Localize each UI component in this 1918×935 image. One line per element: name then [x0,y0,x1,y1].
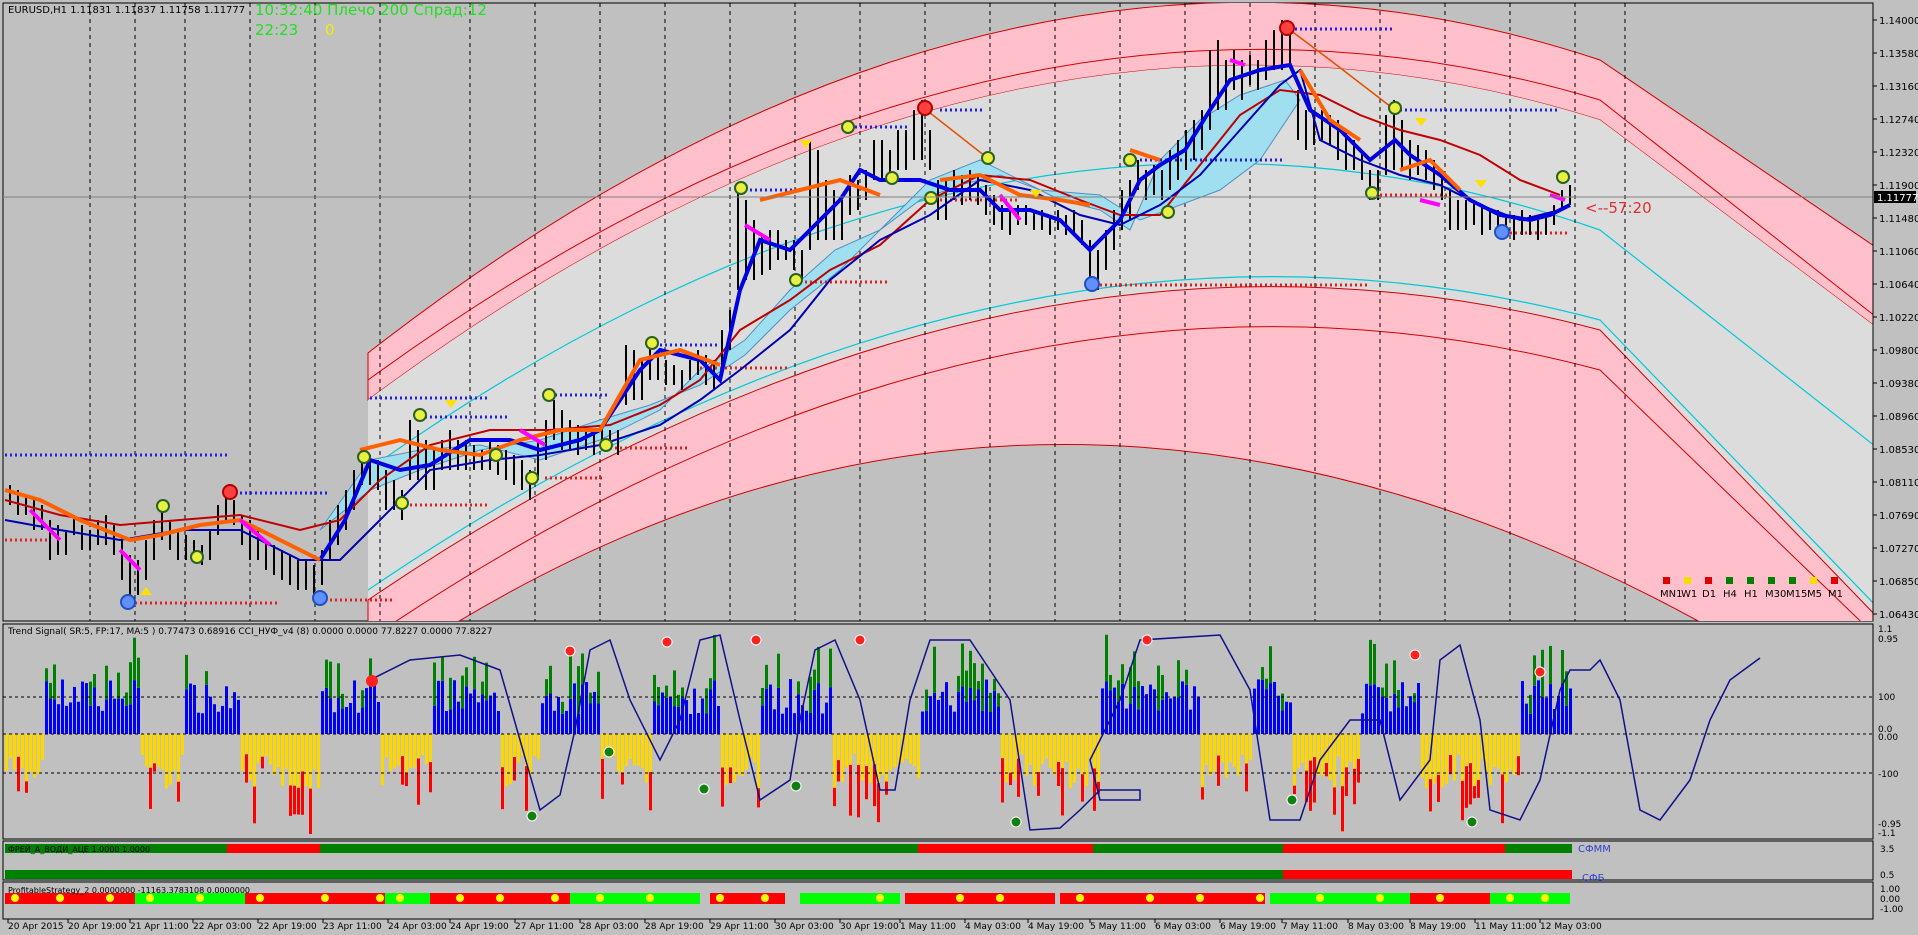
timeframe-status-square [1810,577,1817,584]
trading-terminal: 1.14000 1.13580 1.13160 1.12740 1.12320 1.119… [2,1,1918,932]
timeframe-label: W1 [1681,589,1697,600]
trend-panel-title: Trend Signal( SR:5, FP:17, MA:5 ) 0.7747… [7,627,493,637]
time-tick-label: 24 Apr 19:00 [450,922,509,932]
time-tick-label: 23 Apr 11:00 [323,922,382,932]
price-tick-label: 1.09800 [1879,346,1918,357]
svg-text:0.00: 0.00 [1880,895,1900,905]
time-tick-label: 22 Apr 19:00 [258,922,317,932]
timeframe-status-square [1789,577,1796,584]
timeframe-label: D1 [1702,589,1716,600]
price-tick-label: 1.10220 [1879,313,1918,324]
sfmm-panel-title: ФРЕЙ_А_ВОДИ_АЦЕ 1.0000 1.0000 [8,843,150,854]
price-tick-label: 1.11480 [1879,214,1918,225]
price-tick-label: 1.12320 [1879,148,1918,159]
time-tick-label: 30 Apr 03:00 [775,922,834,932]
time-tick-label: 21 Apr 11:00 [130,922,189,932]
time-tick-label: 29 Apr 11:00 [710,922,769,932]
timeframe-label: M15 [1786,589,1807,600]
svg-text:0.00: 0.00 [1878,733,1898,743]
strategy-panel-title: ProfitableStrategy_2 0.0000000 -11163.37… [8,886,250,895]
time-tick-label: 28 Apr 03:00 [580,922,639,932]
time-tick-label: 11 May 11:00 [1475,922,1537,932]
svg-text:3.5: 3.5 [1880,845,1894,855]
svg-text:-1.1: -1.1 [1878,829,1896,839]
time-tick-label: 20 Apr 19:00 [68,922,127,932]
timeframe-label: M30 [1765,589,1786,600]
price-tick-label: 1.12740 [1879,115,1918,126]
time-tick-label: 28 Apr 19:00 [645,922,704,932]
price-tick-label: 1.07690 [1879,511,1918,522]
svg-text:0.5: 0.5 [1880,871,1894,881]
time-tick-label: 6 May 19:00 [1220,922,1276,932]
price-tick-label: 1.11060 [1879,247,1918,258]
price-axis: 1.14000 1.13580 1.13160 1.12740 1.12320 1.119… [1873,16,1918,621]
time-tick-label: 8 May 03:00 [1348,922,1404,932]
price-tick-label: 1.14000 [1879,16,1918,27]
price-tick-label: 1.10640 [1879,280,1918,291]
price-tick-label: 1.08960 [1879,412,1918,423]
time-tick-label: 30 Apr 19:00 [840,922,899,932]
time-tick-label: 6 May 03:00 [1155,922,1211,932]
timeframe-label: H1 [1744,589,1758,600]
main-price-chart[interactable]: 1.14000 1.13580 1.13160 1.12740 1.12320 1.119… [2,1,1918,680]
timeframe-status-square [1726,577,1733,584]
current-price-label: 1.11777 [1877,193,1918,204]
zero-value: 0 [325,21,335,39]
symbol-info: EURUSD,H1 1.11831 1.11837 1.11758 1.1177… [8,5,245,16]
svg-text:100: 100 [1878,693,1895,703]
timeframe-status-square [1684,577,1691,584]
svg-text:0.95: 0.95 [1878,635,1898,645]
timeframe-status-square [1705,577,1712,584]
price-tick-label: 1.13580 [1879,49,1918,60]
svg-text:-100: -100 [1878,770,1899,780]
svg-text:-1.00: -1.00 [1880,905,1904,915]
time-tick-label: 4 May 03:00 [965,922,1021,932]
price-tick-label: 1.06850 [1879,577,1918,588]
svg-text:1.1: 1.1 [1878,625,1892,635]
trend-signal-panel[interactable]: Trend Signal( SR:5, FP:17, MA:5 ) 0.7747… [2,623,1901,840]
price-tick-label: 1.13160 [1879,82,1918,93]
timeframe-legend: MN1W1 D1 H4 H1 M30 M15 M5 M1 [1660,577,1843,600]
timeframe-status-square [1747,577,1754,584]
time-tick-label: 22 Apr 03:00 [193,922,252,932]
time-tick-label: 8 May 19:00 [1410,922,1466,932]
price-tick-label: 1.09380 [1879,379,1918,390]
timeframe-status-square [1768,577,1775,584]
time-tick-label: 7 May 11:00 [1282,922,1338,932]
timeframe-label: H4 [1723,589,1737,600]
price-tick-label: 1.08530 [1879,445,1918,456]
timeframe-status-square [1831,577,1838,584]
price-tick-label: 1.06430 [1879,610,1918,621]
time-tick-label: 5 May 11:00 [1090,922,1146,932]
time-tick-label: 27 Apr 11:00 [515,922,574,932]
profitable-strategy-panel[interactable]: ProfitableStrategy_2 0.0000000 -11163.37… [2,881,1904,920]
timeframe-status-square [1663,577,1670,584]
bar-timer: 22:23 [255,21,298,39]
time-tick-label: 24 Apr 03:00 [388,922,447,932]
candle-timer: <--57:20 [1585,199,1652,217]
price-tick-label: 1.11900 [1879,181,1918,192]
timeframe-label: M1 [1828,589,1843,600]
timeframe-label: MN1 [1660,589,1682,600]
sfmm-label: СФММ [1578,844,1611,855]
time-tick-label: 20 Apr 2015 [8,922,64,932]
price-tick-label: 1.08110 [1879,478,1918,489]
time-axis: 20 Apr 2015 20 Apr 19:00 21 Apr 11:00 22 Ap… [3,918,1873,932]
sfmm-panel[interactable]: ФРЕЙ_А_ВОДИ_АЦЕ 1.0000 1.0000 СФММ СФБ 3… [2,840,1894,884]
time-tick-label: 12 May 03:00 [1540,922,1602,932]
time-tick-label: 4 May 19:00 [1028,922,1084,932]
server-time-info: 10:32:40 Плечо 200 Спрад:12 [255,1,487,19]
time-tick-label: 1 May 11:00 [900,922,956,932]
svg-text:1.00: 1.00 [1880,885,1900,895]
price-tick-label: 1.07270 [1879,544,1918,555]
trend-panel-scale: 1.1 0.95 100 0.0 0.00 -100 -0.95 -1.1 [1878,625,1901,839]
timeframe-label: M5 [1807,589,1822,600]
